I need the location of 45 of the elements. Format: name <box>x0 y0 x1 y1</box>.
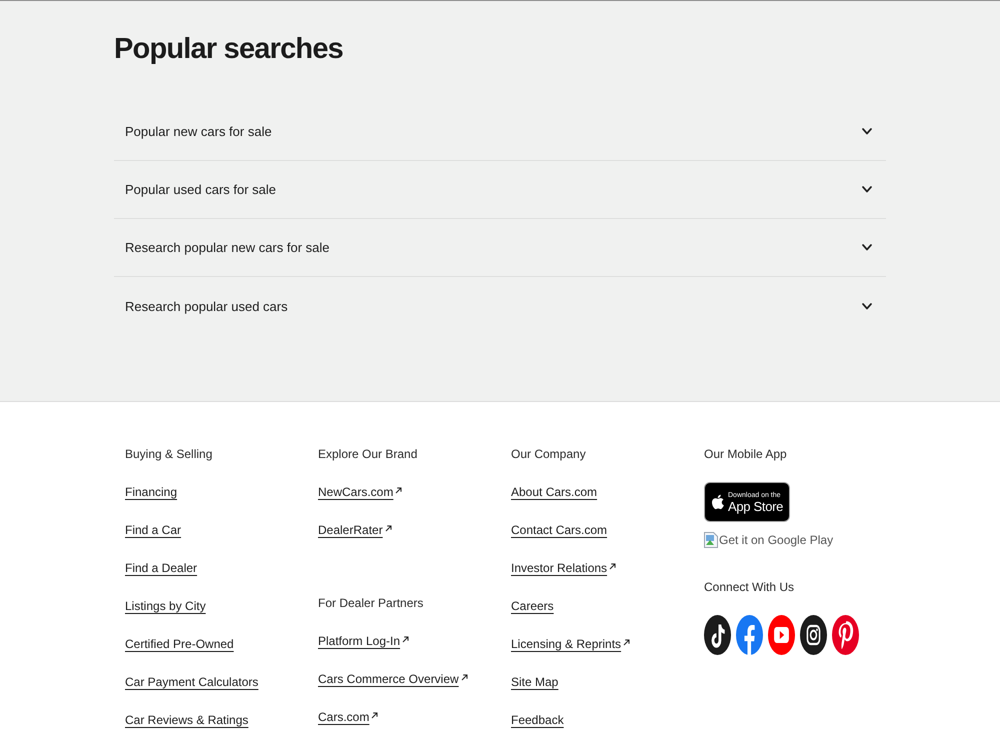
youtube-icon[interactable] <box>768 615 795 655</box>
arrow-icon <box>384 525 392 532</box>
broken-image-icon <box>704 532 718 548</box>
footer-link[interactable]: Financing <box>125 485 178 499</box>
accordion-toggle[interactable]: Research popular new cars for sale <box>114 219 886 277</box>
column-heading: Our Mobile App <box>704 446 787 463</box>
footer-link[interactable]: Find a Car <box>125 523 182 537</box>
footer-link[interactable]: Cars Commerce Overview <box>318 672 468 686</box>
column-heading: Explore Our Brand <box>318 446 418 463</box>
footer-link[interactable]: Contact Cars.com <box>511 523 608 537</box>
footer-link[interactable]: Platform Log-In <box>318 634 410 648</box>
column-heading: Buying & Selling <box>125 446 212 463</box>
footer-link[interactable]: Cars.com <box>318 710 378 724</box>
footer-link[interactable]: Car Payment Calculators <box>125 675 258 689</box>
footer-link[interactable]: Listings by City <box>125 599 206 613</box>
arrow-icon <box>395 487 402 494</box>
footer-link[interactable]: Feedback <box>511 713 564 727</box>
footer-link[interactable]: Find a Dealer <box>125 561 198 575</box>
footer-link[interactable]: DealerRater <box>318 523 392 537</box>
google-play-link[interactable]: Get it on Google Play <box>704 532 834 548</box>
accordion-toggle[interactable]: Popular used cars for sale <box>114 161 886 219</box>
arrow-icon <box>371 712 378 719</box>
column-heading: For Dealer Partners <box>318 595 424 612</box>
footer-link[interactable]: About Cars.com <box>511 485 598 499</box>
footer-link[interactable]: NewCars.com <box>318 485 402 499</box>
instagram-icon[interactable] <box>800 615 827 655</box>
column-heading: Our Company <box>511 446 586 463</box>
apple-logo-icon <box>711 494 724 510</box>
footer-link[interactable]: Careers <box>511 599 554 613</box>
pinterest-icon[interactable] <box>832 615 859 655</box>
arrow-icon <box>460 674 468 681</box>
footer-link[interactable]: Licensing & Reprints <box>511 637 630 651</box>
footer-link[interactable]: Site Map <box>511 675 558 689</box>
accordion-toggle[interactable]: Popular new cars for sale <box>114 103 886 161</box>
section-heading: Popular searches <box>114 32 343 67</box>
accordion-toggle[interactable]: Research popular used cars <box>114 277 886 335</box>
arrow-icon <box>623 639 630 646</box>
arrow-icon <box>609 563 616 570</box>
column-heading: Connect With Us <box>704 579 794 596</box>
footer-link[interactable]: Car Reviews & Ratings <box>125 713 248 727</box>
arrow-icon <box>402 636 410 643</box>
footer-link[interactable]: Certified Pre-Owned <box>125 637 234 651</box>
facebook-icon[interactable] <box>736 615 763 655</box>
footer-link[interactable]: Investor Relations <box>511 561 616 575</box>
tiktok-icon[interactable] <box>704 615 731 655</box>
